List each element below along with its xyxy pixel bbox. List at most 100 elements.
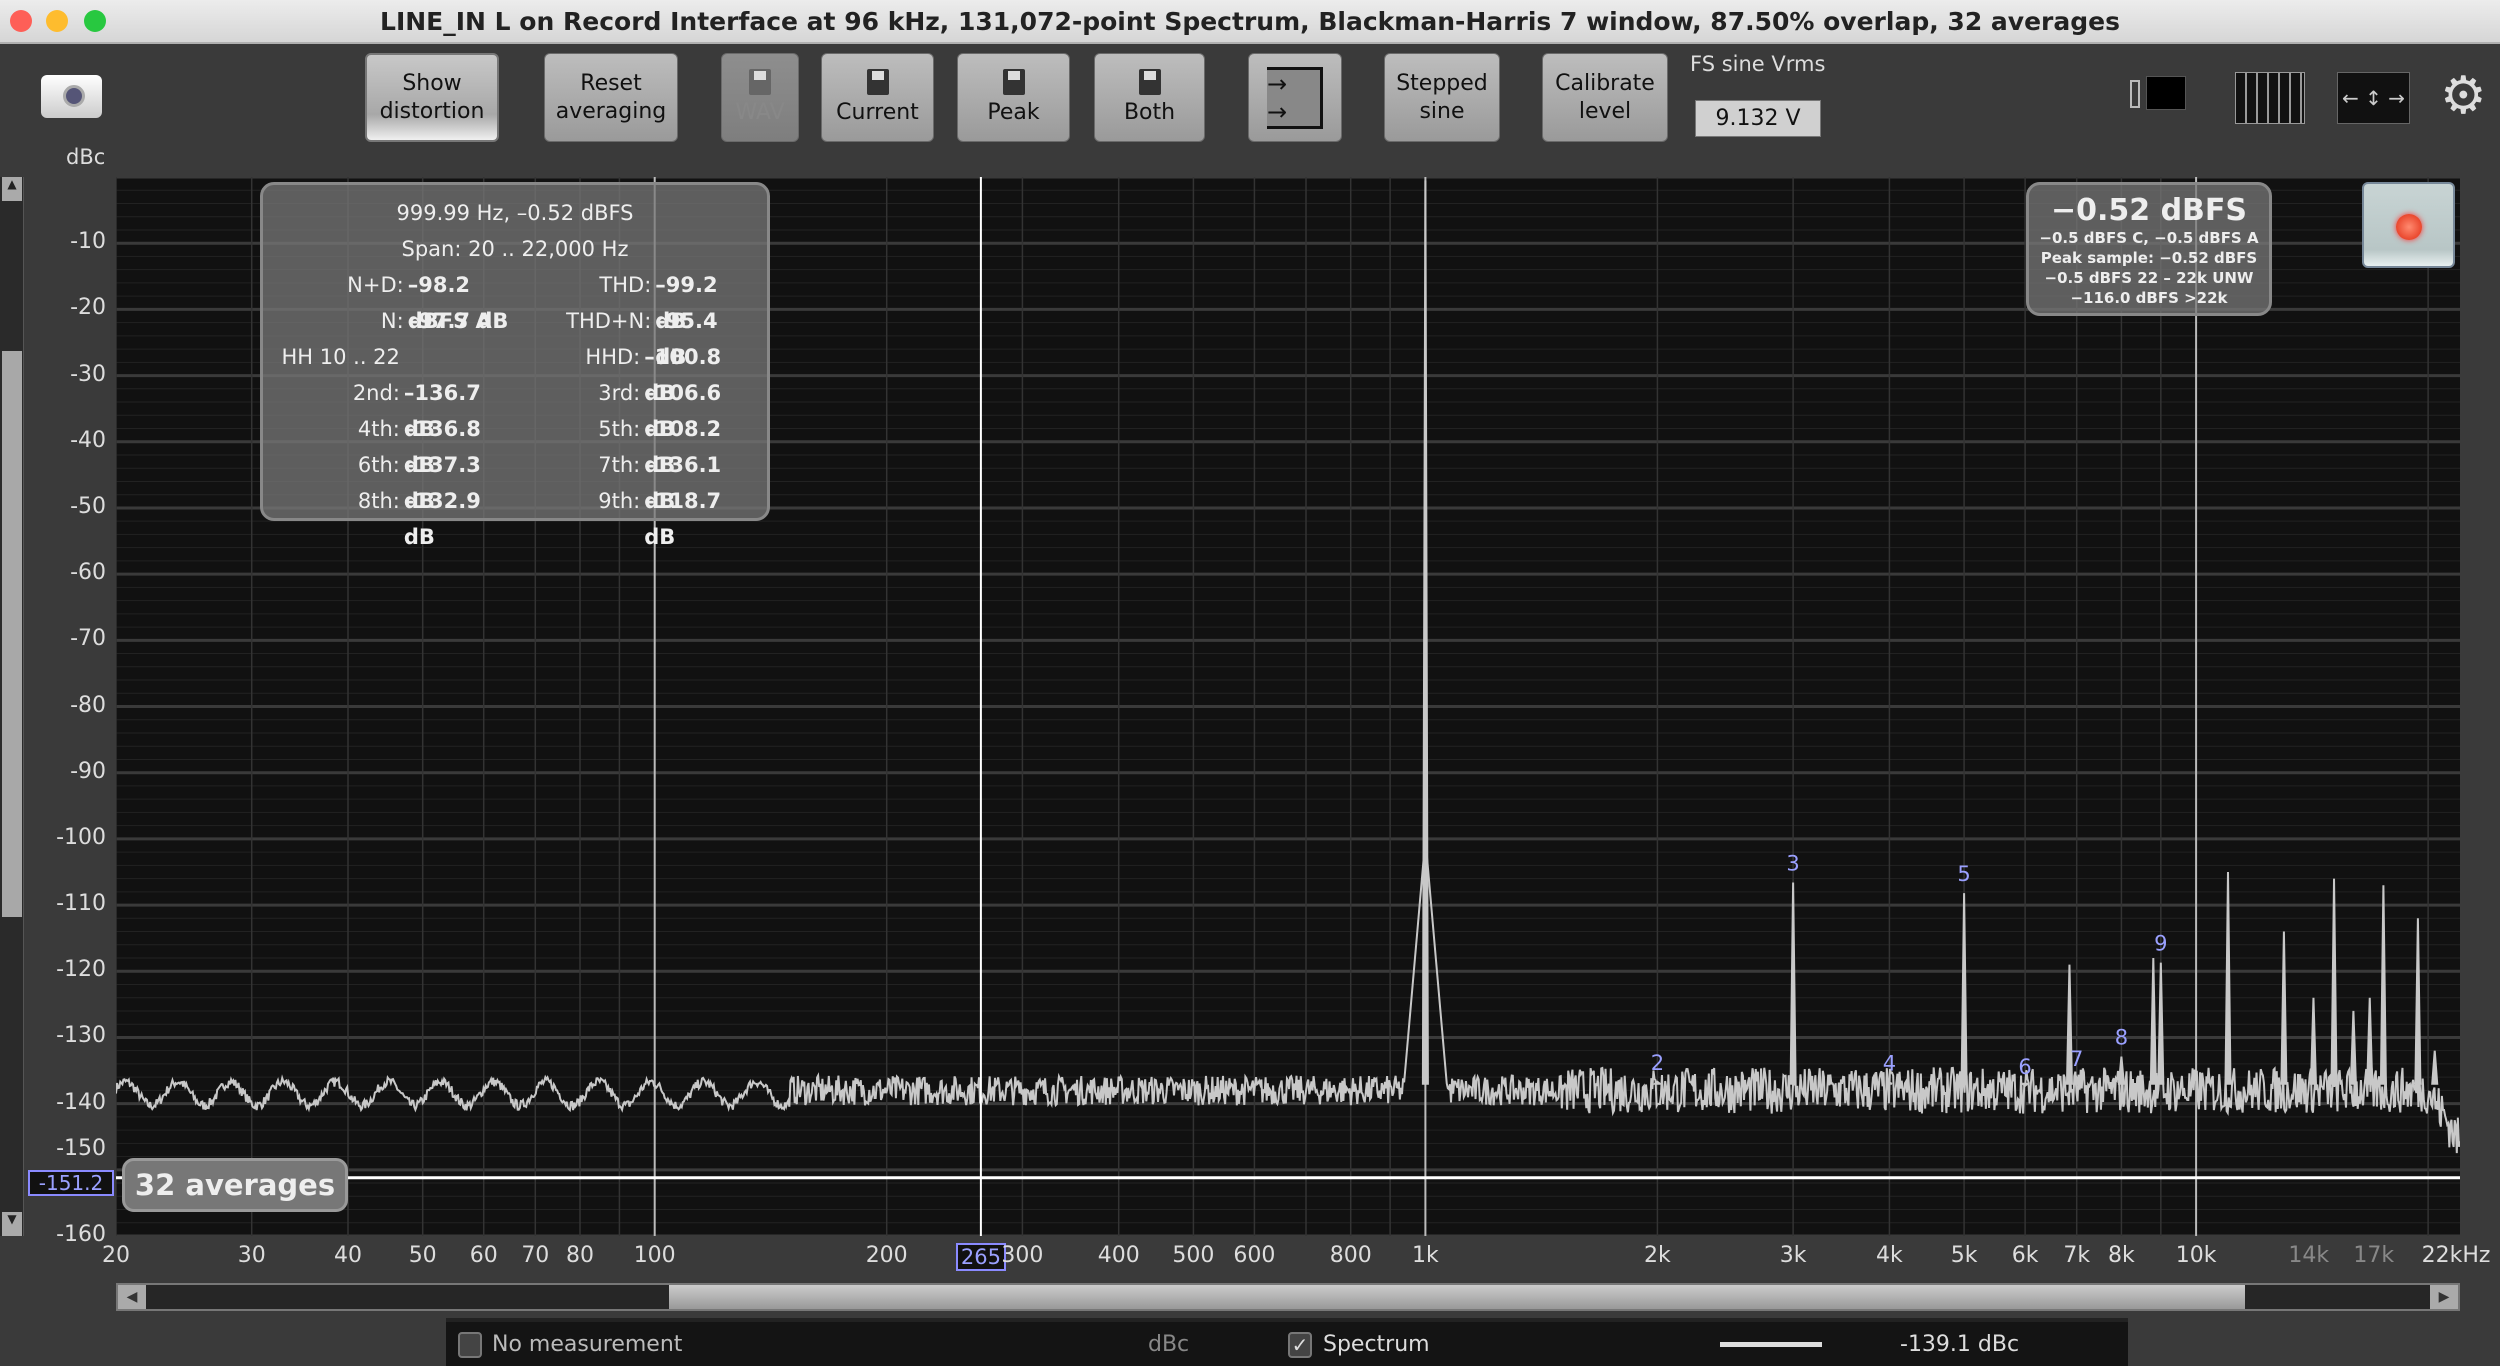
y-unit-label: dBc	[66, 145, 106, 169]
y-tick-label: -140	[56, 1089, 106, 1115]
expand-arrows-icon[interactable]: ← ↕ →	[2337, 72, 2410, 124]
cursor-level-label[interactable]: -151.2	[28, 1170, 114, 1196]
scroll-right-arrow-icon[interactable]: ▶	[2430, 1285, 2458, 1309]
record-led-icon	[2396, 214, 2422, 240]
title-bar: LINE_IN L on Record Interface at 96 kHz,…	[0, 0, 2500, 44]
wav-button[interactable]: WAV	[721, 53, 799, 142]
info-value: –118.7 dB	[644, 489, 722, 549]
x-tick-label: 2k	[1644, 1243, 1671, 1268]
y-tick-label: -160	[56, 1222, 106, 1247]
x-tick-label: 20	[102, 1243, 130, 1268]
label: Stepped	[1396, 70, 1488, 96]
scroll-left-arrow-icon[interactable]: ◀	[118, 1285, 146, 1309]
import-arrows-icon: → →	[1267, 66, 1323, 129]
info-value: –136.1 dB	[644, 453, 722, 513]
y-tick-label: -30	[70, 361, 106, 387]
fundamental-readout: 999.99 Hz, –0.52 dBFS	[396, 201, 634, 225]
no-measurement-checkbox[interactable]	[458, 1332, 482, 1358]
save-current-button[interactable]: Current	[821, 53, 934, 142]
floppy-disk-icon	[1138, 68, 1161, 95]
x-tick-label: 4k	[1876, 1243, 1903, 1268]
info-value: –136.7 dB	[403, 381, 481, 441]
harmonic-label: 3	[1786, 852, 1799, 876]
scroll-up-arrow-icon[interactable]: ▲	[2, 177, 22, 201]
info-value	[400, 339, 515, 375]
info-label: HH 10 .. 22	[281, 345, 400, 369]
x-tick-label: 300	[1001, 1243, 1044, 1268]
minimize-button[interactable]	[46, 10, 68, 32]
info-value: –137.3 dB	[403, 453, 481, 513]
info-row: N+D: –98.2 dBFS A THD: –99.2 dB	[275, 267, 755, 333]
spectrum-peak	[2414, 918, 2422, 1085]
x-tick-label: 200	[865, 1243, 908, 1268]
level-main: −0.52 dBFS	[2050, 193, 2248, 228]
x-tick-label: 7k	[2063, 1243, 2091, 1268]
floppy-disk-icon	[1002, 68, 1025, 95]
spectrum-peak	[2019, 1082, 2031, 1088]
info-value: –99.2 dB	[655, 273, 718, 333]
info-label: 8th:	[357, 489, 400, 513]
spectrum-peak	[2117, 1056, 2126, 1085]
spectrum-checkbox[interactable]: ✓	[1288, 1332, 1312, 1358]
x-tick-label: 100	[633, 1243, 676, 1268]
graph-size-icon[interactable]	[2130, 72, 2203, 124]
harmonic-label: 5	[1957, 862, 1970, 886]
x-tick-label: 400	[1097, 1243, 1140, 1268]
level-line: −116.0 dBFS >22k	[2070, 289, 2228, 307]
floppy-disk-icon	[866, 68, 889, 95]
horizontal-scrollbar[interactable]: ◀ ▶	[116, 1283, 2460, 1311]
info-label: 6th:	[357, 453, 400, 477]
info-label: HHD:	[585, 345, 641, 369]
x-tick-label: 800	[1329, 1243, 1372, 1268]
x-tick-label: 3k	[1779, 1243, 1807, 1268]
info-value: –98.2 dBFS A	[407, 273, 492, 333]
info-label: 5th:	[598, 417, 641, 441]
distortion-info-panel: 999.99 Hz, –0.52 dBFS Span: 20 .. 22,000…	[260, 182, 770, 549]
unit-label: dBc	[1148, 1332, 1190, 1357]
spectrum-peak	[1789, 882, 1797, 1085]
zoom-button[interactable]	[84, 10, 106, 32]
info-label: N:	[380, 309, 404, 333]
camera-icon[interactable]	[41, 75, 102, 118]
averages-badge: 32 averages	[122, 1158, 348, 1212]
level-readout-panel: −0.52 dBFS −0.5 dBFS C, −0.5 dBFS A Peak…	[2026, 182, 2272, 316]
label: Show	[402, 70, 462, 96]
horizontal-scrollbar-thumb[interactable]	[669, 1285, 2245, 1309]
y-tick-label: -80	[70, 692, 106, 718]
import-button[interactable]: → →	[1248, 53, 1342, 142]
level-line: −0.5 dBFS 22 – 22k UNW	[2044, 269, 2254, 287]
info-value: –136.8 dB	[403, 417, 481, 477]
label: level	[1578, 98, 1632, 124]
show-distortion-button[interactable]: Show distortion	[365, 53, 499, 142]
y-tick-label: -100	[56, 824, 106, 850]
save-peak-button[interactable]: Peak	[957, 53, 1070, 142]
reset-averaging-button[interactable]: Reset averaging	[544, 53, 678, 142]
record-button[interactable]	[2362, 182, 2455, 268]
close-button[interactable]	[10, 10, 32, 32]
spectrum-peak	[2349, 1010, 2357, 1085]
info-label: THD:	[599, 273, 652, 297]
no-measurement-label: No measurement	[492, 1332, 683, 1357]
level-line: Peak sample: −0.52 dBFS	[2040, 249, 2258, 267]
y-tick-label: -40	[70, 427, 106, 453]
save-both-button[interactable]: Both	[1094, 53, 1205, 142]
fs-sine-value-field[interactable]: 9.132 V	[1695, 100, 1821, 137]
harmonic-label: 2	[1651, 1051, 1664, 1075]
spectrum-peak	[2431, 1050, 2439, 1085]
cursor-frequency-label[interactable]: 265	[955, 1243, 1006, 1271]
stepped-sine-button[interactable]: Stepped sine	[1384, 53, 1500, 142]
x-tick-label: 500	[1172, 1243, 1215, 1268]
x-tick-label: 1k	[1412, 1243, 1439, 1268]
spectrum-peak	[2157, 962, 2165, 1085]
info-row: 8th: –132.9 dB 9th: –118.7 dB	[275, 483, 755, 549]
x-tick-label: 70	[521, 1243, 550, 1268]
gear-icon[interactable]: ⚙	[2440, 68, 2487, 124]
spectrum-readout: -139.1 dBc	[1900, 1332, 2020, 1357]
columns-icon[interactable]	[2235, 72, 2305, 124]
info-value: –106.6 dB	[644, 381, 722, 441]
spectrum-peak	[1652, 1080, 1663, 1085]
y-tick-label: -10	[70, 229, 106, 255]
spectrum-peak	[2379, 885, 2387, 1085]
calibrate-level-button[interactable]: Calibrate level	[1542, 53, 1668, 142]
x-tick-label: 80	[566, 1243, 594, 1268]
